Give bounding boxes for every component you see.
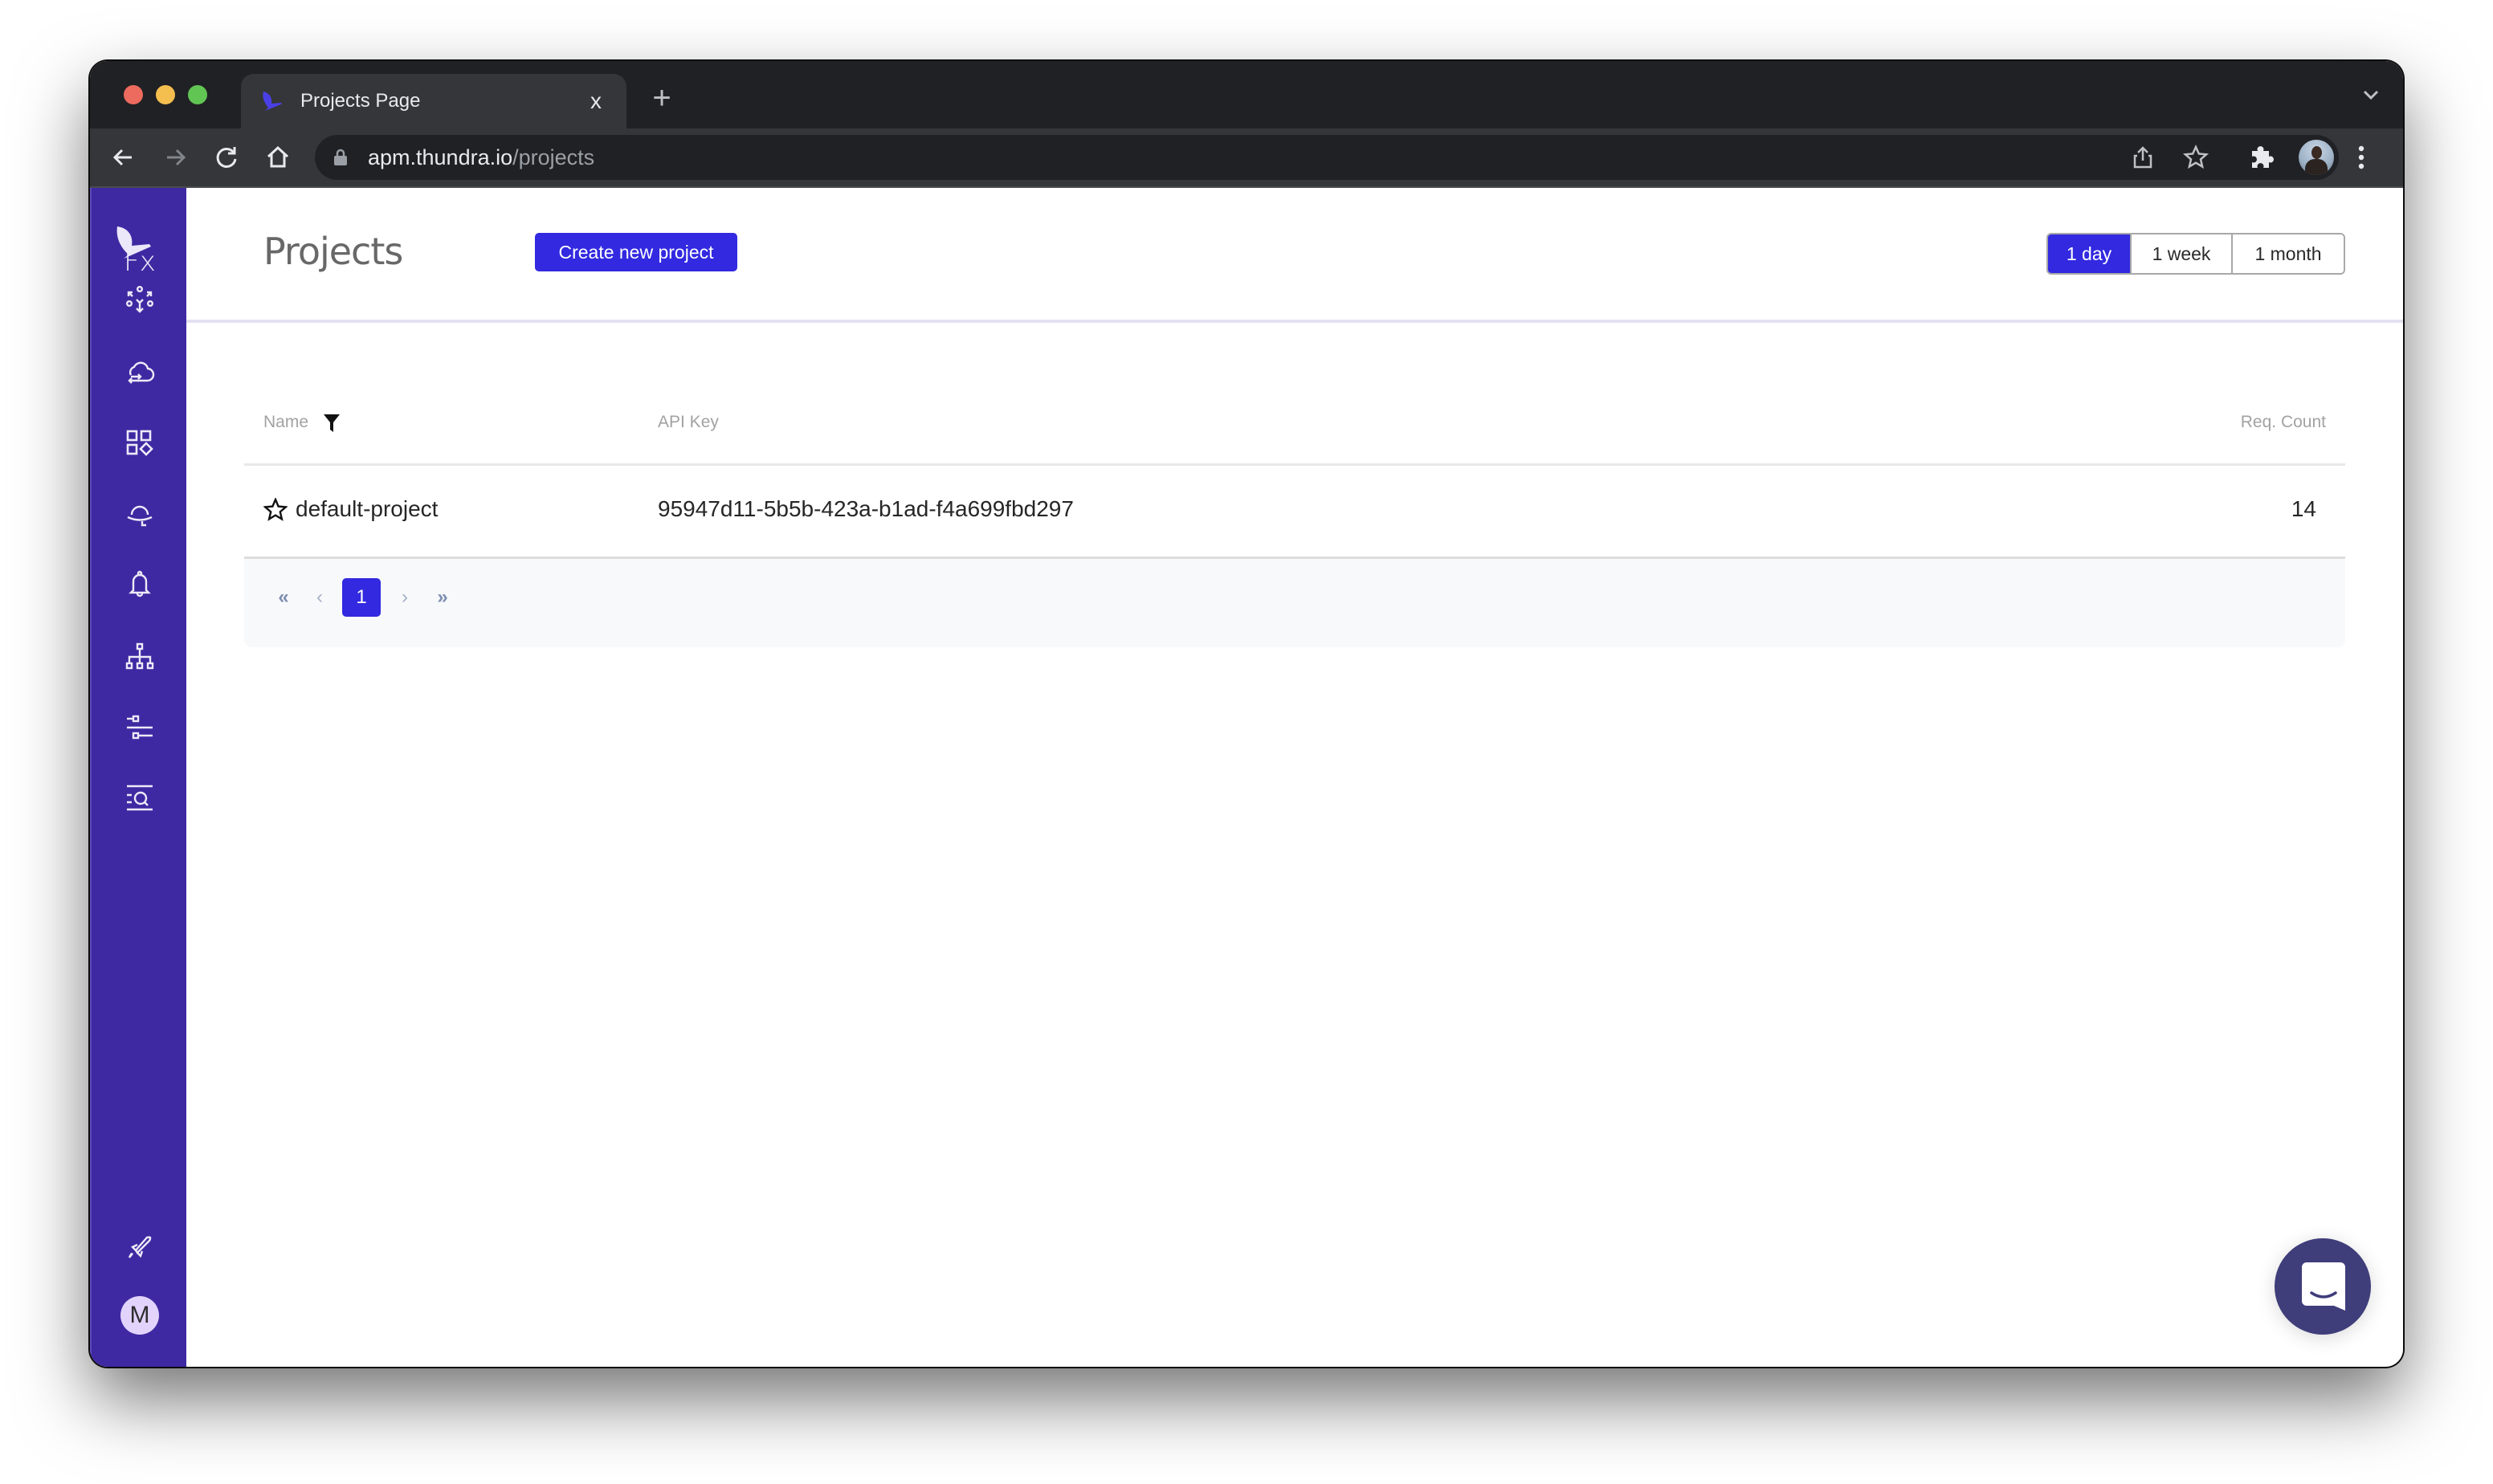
share-icon[interactable] [2130, 145, 2156, 170]
time-range-selector: 1 day 1 week 1 month [2046, 233, 2345, 275]
minimize-window-button[interactable] [156, 85, 175, 104]
last-page-button[interactable]: » [432, 578, 453, 617]
page-title: Projects [263, 230, 403, 273]
hexagon-nodes-icon [126, 286, 154, 313]
range-1-day-button[interactable]: 1 day [2048, 234, 2132, 273]
sidebar-item-functions[interactable]: Fx [120, 243, 159, 281]
onboarding-button[interactable] [120, 1227, 159, 1266]
project-api-key: 95947d11-5b5b-423a-b1ad-f4a699fbd297 [658, 496, 1074, 521]
url-host: apm.thundra.io [368, 145, 513, 169]
sidebar-item-architecture[interactable] [120, 281, 159, 320]
address-bar[interactable]: apm.thundra.io/projects [315, 135, 2339, 180]
profile-avatar[interactable] [2299, 140, 2334, 175]
chat-launcher-button[interactable] [2275, 1238, 2371, 1335]
create-new-project-button[interactable]: Create new project [535, 233, 737, 271]
app: Fx M Projects Create new project 1 day 1… [90, 188, 2403, 1367]
range-1-week-button[interactable]: 1 week [2132, 234, 2233, 273]
tab-projects-page[interactable]: Projects Page x [241, 74, 626, 128]
projects-table: Name API Key Req. Count default-project … [244, 389, 2345, 647]
sidebar-item-search-logs[interactable] [120, 779, 159, 817]
url-text: apm.thundra.io/projects [368, 135, 594, 180]
url-path: /projects [512, 145, 595, 169]
sidebar-item-alerts[interactable] [120, 565, 159, 604]
previous-page-button[interactable]: ‹ [312, 578, 328, 617]
reload-icon[interactable] [210, 141, 243, 173]
tab-strip: Projects Page x + [90, 61, 2403, 128]
back-icon[interactable] [108, 141, 140, 173]
lock-icon [334, 149, 347, 165]
chat-bubble-icon [2302, 1262, 2345, 1311]
column-header-name[interactable]: Name [263, 413, 308, 432]
column-header-req-count[interactable]: Req. Count [2241, 413, 2326, 432]
window-controls [124, 85, 207, 104]
tab-close-icon[interactable]: x [581, 87, 610, 116]
new-tab-button[interactable]: + [644, 80, 679, 116]
user-avatar[interactable]: M [120, 1296, 159, 1335]
bookmark-star-icon[interactable] [2183, 145, 2209, 170]
menu-kebab-icon[interactable] [2352, 141, 2371, 173]
page-header: Projects Create new project 1 day 1 week… [186, 188, 2403, 323]
cloud-sync-icon [128, 361, 155, 384]
forward-icon[interactable] [159, 141, 191, 173]
thundra-favicon-icon [263, 92, 282, 111]
range-1-month-button[interactable]: 1 month [2233, 234, 2344, 273]
home-icon[interactable] [262, 141, 294, 173]
column-header-api-key: API Key [658, 413, 719, 431]
page-1-button[interactable]: 1 [342, 578, 381, 617]
filter-icon[interactable] [323, 413, 341, 434]
sidebar: Fx M [90, 188, 186, 1367]
project-name[interactable]: default-project [296, 496, 438, 522]
first-page-button[interactable]: « [273, 578, 294, 617]
tab-search-chevron-icon[interactable] [2358, 82, 2384, 108]
table-header: Name API Key Req. Count [244, 389, 2345, 466]
apps-grid-icon [126, 430, 153, 456]
sliders-icon [127, 715, 153, 740]
pagination: « ‹ 1 › » [244, 559, 2345, 647]
bell-icon [129, 570, 151, 597]
browser-window: Projects Page x + apm.thundra.io/project [90, 61, 2403, 1367]
detective-hat-icon [127, 505, 153, 527]
hierarchy-icon [125, 642, 154, 670]
close-window-button[interactable] [124, 85, 143, 104]
sidebar-item-cloud-integrations[interactable] [120, 353, 159, 392]
next-page-button[interactable]: › [397, 578, 413, 617]
browser-toolbar: apm.thundra.io/projects [90, 128, 2403, 188]
extensions-icon[interactable] [2247, 143, 2276, 172]
list-search-icon [127, 785, 153, 811]
table-row[interactable]: default-project 95947d11-5b5b-423a-b1ad-… [244, 466, 2345, 559]
project-req-count: 14 [2291, 496, 2316, 521]
main-content: Projects Create new project 1 day 1 week… [186, 188, 2403, 1367]
favorite-star-icon[interactable] [263, 498, 288, 522]
function-icon: Fx [124, 246, 156, 278]
maximize-window-button[interactable] [188, 85, 207, 104]
rocket-icon [128, 1236, 152, 1258]
sidebar-item-service-map[interactable] [120, 638, 159, 676]
sidebar-item-settings[interactable] [120, 708, 159, 747]
sidebar-item-investigations[interactable] [120, 495, 159, 533]
sidebar-item-applications[interactable] [120, 424, 159, 463]
tab-title: Projects Page [300, 90, 421, 112]
